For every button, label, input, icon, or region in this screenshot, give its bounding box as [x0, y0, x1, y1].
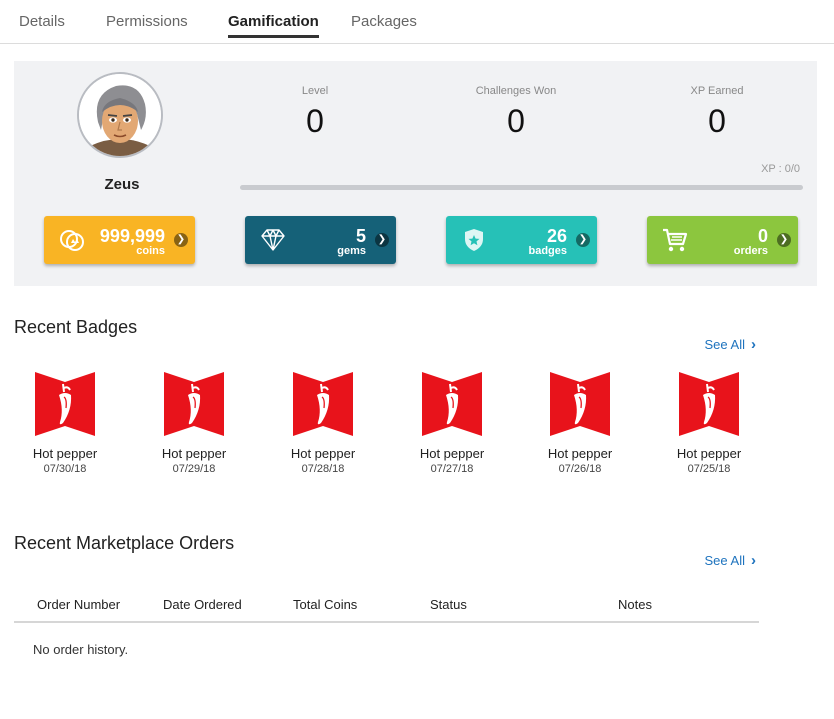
tab-gamification[interactable]: Gamification: [228, 13, 319, 38]
column-header[interactable]: Order Number: [37, 597, 120, 612]
shield-star-icon: [465, 229, 483, 251]
stat-value: 0: [708, 103, 726, 139]
tab-bar: Details Permissions Gamification Package…: [0, 0, 834, 44]
column-header[interactable]: Status: [430, 597, 467, 612]
card-value: 26: [546, 226, 567, 246]
orders-card[interactable]: 0 orders ❯: [647, 216, 798, 264]
badge-date: 07/30/18: [43, 463, 87, 475]
orders-table-header: Order Number Date Ordered Total Coins St…: [14, 589, 759, 623]
badge-name: Hot pepper: [161, 446, 227, 461]
badge-item[interactable]: Hot pepper 07/27/18: [404, 370, 500, 475]
diamond-icon: [261, 229, 285, 251]
badge-name: Hot pepper: [419, 446, 485, 461]
recent-badges-title: Recent Badges: [14, 317, 138, 337]
stat-label: XP Earned: [690, 85, 744, 97]
stat-value: 0: [306, 103, 324, 139]
hot-pepper-badge-icon: [164, 372, 224, 436]
cartoon-avatar-icon: [79, 74, 161, 156]
chevron-right-icon: ❯: [777, 233, 791, 247]
coins-card[interactable]: 999,999 coins ❯: [44, 216, 195, 264]
badge-date: 07/28/18: [301, 463, 345, 475]
card-value: 5: [355, 226, 366, 246]
see-all-label: See All: [704, 337, 745, 352]
empty-state-text: No order history.: [33, 642, 129, 657]
stat-xp-earned: XP Earned 0: [627, 85, 807, 140]
badge-name: Hot pepper: [676, 446, 742, 461]
badge-name: Hot pepper: [547, 446, 613, 461]
hot-pepper-badge-icon: [422, 372, 482, 436]
chevron-right-icon: ❯: [375, 233, 389, 247]
avatar: [77, 72, 163, 158]
badge-date: 07/25/18: [687, 463, 731, 475]
see-all-label: See All: [704, 553, 745, 568]
chevron-right-icon: ❯: [174, 233, 188, 247]
card-unit: coins: [136, 245, 165, 257]
stat-label: Level: [301, 85, 329, 97]
badge-item[interactable]: Hot pepper 07/28/18: [275, 370, 371, 475]
orders-see-all-link[interactable]: See All ›: [705, 552, 756, 569]
user-name: Zeus: [104, 176, 140, 193]
badge-item[interactable]: Hot pepper 07/25/18: [661, 370, 757, 475]
column-header[interactable]: Date Ordered: [163, 597, 242, 612]
hot-pepper-badge-icon: [293, 372, 353, 436]
chevron-right-icon: ›: [751, 552, 756, 569]
badge-item[interactable]: Hot pepper 07/30/18: [17, 370, 113, 475]
recent-orders-title: Recent Marketplace Orders: [14, 533, 235, 553]
card-unit: orders: [733, 245, 768, 257]
stat-value: 0: [507, 103, 525, 139]
tab-packages[interactable]: Packages: [351, 13, 417, 30]
column-header[interactable]: Notes: [618, 597, 652, 612]
card-value: 0: [757, 226, 768, 246]
badge-date: 07/29/18: [172, 463, 216, 475]
gamification-summary-panel: Zeus Level 0 Challenges Won 0 XP Earned …: [14, 61, 817, 286]
badge-date: 07/27/18: [430, 463, 474, 475]
card-value: 999,999: [99, 226, 165, 246]
card-unit: badges: [528, 245, 567, 257]
gems-card[interactable]: 5 gems ❯: [245, 216, 396, 264]
chevron-right-icon: ›: [751, 336, 756, 353]
xp-progress-text: XP : 0/0: [761, 163, 800, 175]
chevron-right-icon: ❯: [576, 233, 590, 247]
hot-pepper-badge-icon: [35, 372, 95, 436]
tab-permissions[interactable]: Permissions: [106, 13, 188, 30]
column-header[interactable]: Total Coins: [293, 597, 357, 612]
tab-details[interactable]: Details: [19, 13, 65, 30]
badge-name: Hot pepper: [290, 446, 356, 461]
badges-card[interactable]: 26 badges ❯: [446, 216, 597, 264]
stat-label: Challenges Won: [475, 85, 557, 97]
badge-item[interactable]: Hot pepper 07/26/18: [532, 370, 628, 475]
cart-icon: [663, 228, 688, 252]
hot-pepper-badge-icon: [550, 372, 610, 436]
coins-icon: [60, 230, 84, 251]
badge-name: Hot pepper: [32, 446, 98, 461]
stat-level: Level 0: [225, 85, 405, 140]
badge-date: 07/26/18: [558, 463, 602, 475]
stat-challenges-won: Challenges Won 0: [426, 85, 606, 140]
hot-pepper-badge-icon: [679, 372, 739, 436]
xp-progress-bar: [240, 185, 803, 190]
badge-item[interactable]: Hot pepper 07/29/18: [146, 370, 242, 475]
card-unit: gems: [337, 245, 366, 257]
badges-see-all-link[interactable]: See All ›: [705, 336, 756, 353]
